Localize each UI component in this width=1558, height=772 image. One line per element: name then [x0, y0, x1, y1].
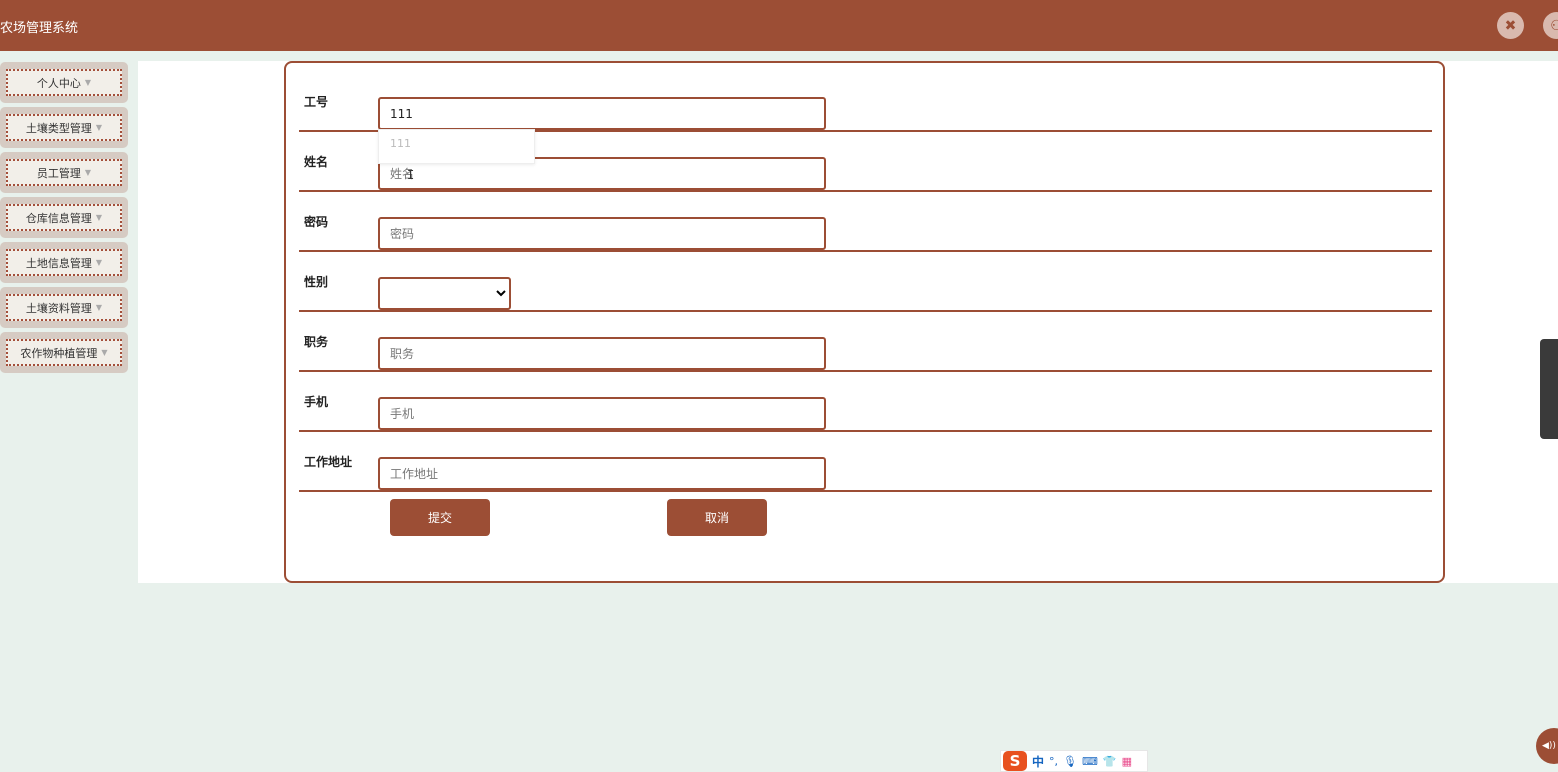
- password-input[interactable]: [378, 217, 826, 250]
- sidebar-item-personal-center[interactable]: 个人中心 ▼: [0, 62, 128, 103]
- caret-down-icon: ▼: [95, 123, 103, 132]
- sidebar-item-label: 土壤类型管理: [25, 121, 92, 135]
- sogou-logo-icon[interactable]: S: [1003, 751, 1027, 771]
- caret-down-icon: ▼: [95, 258, 103, 267]
- form-row-phone: 手机: [299, 372, 1432, 432]
- sidebar-item-employee[interactable]: 员工管理 ▼: [0, 152, 128, 193]
- sidebar-item-warehouse[interactable]: 仓库信息管理 ▼: [0, 197, 128, 238]
- ime-toolbar: S 中 °, 🎙 ⌨ 👕 ▦: [1000, 750, 1148, 772]
- user-icon[interactable]: ⚇: [1543, 12, 1558, 39]
- sidebar-item-label: 土壤资料管理: [25, 301, 92, 315]
- form-row-address: 工作地址: [299, 432, 1432, 492]
- sidebar-item-label: 农作物种植管理: [20, 346, 98, 360]
- form-row-employee-id: 工号: [299, 72, 1432, 132]
- address-label: 工作地址: [304, 454, 353, 469]
- sidebar-item-label: 员工管理: [36, 166, 81, 180]
- address-input[interactable]: [378, 457, 826, 490]
- app-title: 农场管理系统: [0, 21, 79, 36]
- top-bar: 农场管理系统 ✖ ⚇: [0, 0, 1558, 51]
- form-row-position: 职务: [299, 312, 1432, 372]
- sidebar-item-label: 仓库信息管理: [25, 211, 92, 225]
- punctuation-icon[interactable]: °,: [1049, 755, 1058, 768]
- side-scroll-handle[interactable]: [1540, 339, 1558, 439]
- microphone-icon[interactable]: 🎙: [1063, 755, 1077, 768]
- skin-icon[interactable]: 👕: [1103, 755, 1117, 768]
- caret-down-icon: ▼: [95, 213, 103, 222]
- employee-id-label: 工号: [304, 94, 329, 109]
- form-row-password: 密码: [299, 192, 1432, 252]
- phone-input[interactable]: [378, 397, 826, 430]
- submit-button[interactable]: 提交: [390, 499, 490, 536]
- caret-down-icon: ▼: [101, 348, 108, 357]
- phone-label: 手机: [304, 394, 329, 409]
- password-label: 密码: [304, 214, 329, 229]
- name-label: 姓名: [304, 154, 329, 169]
- gender-select[interactable]: [378, 277, 511, 310]
- position-input[interactable]: [378, 337, 826, 370]
- ime-mode-toggle[interactable]: 中: [1032, 753, 1044, 770]
- caret-down-icon: ▼: [84, 78, 92, 87]
- text-cursor-icon: I: [407, 168, 415, 182]
- sidebar-item-label: 土地信息管理: [25, 256, 92, 270]
- form-row-gender: 性别: [299, 252, 1432, 312]
- cancel-button[interactable]: 取消: [667, 499, 767, 536]
- sidebar-item-crop-planting[interactable]: 农作物种植管理 ▼: [0, 332, 128, 373]
- apps-icon[interactable]: ▦: [1122, 755, 1132, 768]
- sidebar-item-soil-type[interactable]: 土壤类型管理 ▼: [0, 107, 128, 148]
- caret-down-icon: ▼: [95, 303, 103, 312]
- fullscreen-icon[interactable]: ✖: [1497, 12, 1524, 39]
- caret-down-icon: ▼: [84, 168, 92, 177]
- gender-label: 性别: [304, 274, 329, 289]
- keyboard-icon[interactable]: ⌨: [1082, 755, 1098, 768]
- sidebar-item-land[interactable]: 土地信息管理 ▼: [0, 242, 128, 283]
- position-label: 职务: [304, 334, 329, 349]
- sidebar-item-label: 个人中心: [36, 76, 81, 90]
- sidebar-item-soil-data[interactable]: 土壤资料管理 ▼: [0, 287, 128, 328]
- autocomplete-suggestion[interactable]: 111: [378, 129, 535, 164]
- employee-id-input[interactable]: [378, 97, 826, 130]
- floating-speaker-button[interactable]: ◀)): [1536, 728, 1558, 764]
